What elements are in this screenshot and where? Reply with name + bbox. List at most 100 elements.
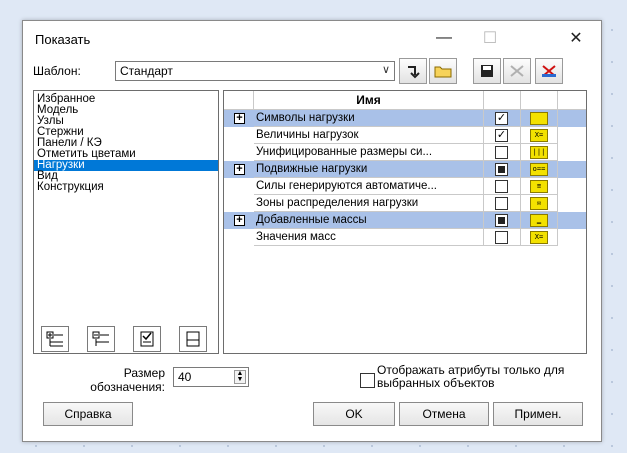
template-select[interactable]: Стандарт ∨ [115, 61, 395, 81]
category-list: Избранное Модель Узлы Стержни Панели / К… [33, 90, 219, 354]
size-label: Размер обозначения: [90, 366, 165, 394]
grid-row[interactable]: + Добавленные массы ▁ [224, 212, 586, 229]
row-checkbox-cell: ✓ [484, 110, 521, 127]
row-icon-cell: ▁ [521, 212, 558, 229]
row-icon-cell: o== [521, 161, 558, 178]
check-all-icon [140, 331, 154, 347]
category-item-structure[interactable]: Конструкция [34, 181, 218, 193]
row-checkbox-cell [484, 229, 521, 246]
row-checkbox[interactable] [495, 163, 508, 176]
arrow-down-right-icon [408, 66, 420, 79]
folder-icon [434, 66, 452, 78]
row-checkbox[interactable] [495, 197, 508, 210]
row-checkbox-cell [484, 195, 521, 212]
maximize-button[interactable]: ☐ [467, 21, 513, 55]
row-checkbox[interactable]: ✓ [495, 129, 508, 142]
size-value: 40 [178, 370, 192, 384]
row-checkbox[interactable] [495, 231, 508, 244]
grid-header: Имя [224, 91, 586, 110]
cancel-button[interactable]: Отмена [399, 402, 489, 426]
row-icon-cell: ≡ [521, 178, 558, 195]
grid-row[interactable]: Величины нагрузок ✓ X= [224, 127, 586, 144]
grid-row[interactable]: + Символы нагрузки ✓ [224, 110, 586, 127]
expand-icon[interactable]: + [234, 113, 245, 124]
header-expander-column [224, 91, 254, 109]
row-checkbox-cell [484, 212, 521, 229]
row-label: Унифицированные размеры си... [254, 144, 484, 161]
row-label: Подвижные нагрузки [254, 161, 484, 178]
header-visibility-column [484, 91, 521, 109]
row-checkbox[interactable] [495, 180, 508, 193]
row-checkbox-cell [484, 178, 521, 195]
grid-row[interactable]: Унифицированные размеры си... ||| [224, 144, 586, 161]
category-item-loads[interactable]: Нагрузки [34, 159, 218, 171]
delete-template-button[interactable] [503, 58, 531, 84]
generated-forces-icon[interactable]: ≡ [530, 180, 548, 193]
grid-row[interactable]: + Подвижные нагрузки o== [224, 161, 586, 178]
grid-row[interactable]: Силы генерируются автоматиче... ≡ [224, 178, 586, 195]
header-icon-column [521, 91, 558, 109]
header-name: Имя [254, 91, 484, 109]
row-checkbox-cell [484, 161, 521, 178]
row-icon-cell [521, 110, 558, 127]
uncheck-all-button[interactable] [179, 326, 207, 352]
row-icon-cell: X= [521, 229, 558, 246]
expand-icon[interactable]: + [234, 215, 245, 226]
collapse-all-icon [92, 331, 109, 346]
options-grid: Имя + Символы нагрузки ✓ Величины нагрузок ✓… [223, 90, 587, 354]
grid-row[interactable]: Зоны распределения нагрузки ✉ [224, 195, 586, 212]
title-bar: Показать — ☐ ✕ [23, 21, 601, 55]
row-icon-cell: ✉ [521, 195, 558, 212]
row-checkbox-cell: ✓ [484, 127, 521, 144]
expand-all-button[interactable] [41, 326, 69, 352]
load-values-icon[interactable]: X= [530, 129, 548, 142]
row-icon-cell: ||| [521, 144, 558, 161]
show-dialog: Показать — ☐ ✕ Шаблон: Стандарт ∨ Избран… [22, 20, 602, 442]
apply-button[interactable]: Примен. [493, 402, 583, 426]
selected-attributes-label: Отображать атрибуты только для выбранных… [377, 363, 565, 390]
expand-all-icon [46, 331, 63, 347]
minimize-button[interactable]: — [421, 21, 467, 55]
moving-loads-icon[interactable]: o== [530, 163, 548, 176]
open-template-button[interactable] [429, 58, 457, 84]
dialog-title: Показать [35, 32, 91, 47]
unified-sizes-icon[interactable]: ||| [530, 146, 548, 159]
chevron-down-icon: ∨ [381, 64, 390, 76]
template-value: Стандарт [120, 64, 173, 78]
close-button[interactable]: ✕ [553, 21, 599, 55]
grid-row[interactable]: Значения масс X= [224, 229, 586, 246]
check-all-button[interactable] [133, 326, 161, 352]
uncheck-all-icon [186, 331, 200, 347]
row-checkbox-cell [484, 144, 521, 161]
row-label: Величины нагрузок [254, 127, 484, 144]
row-checkbox[interactable]: ✓ [495, 112, 508, 125]
help-button[interactable]: Справка [43, 402, 133, 426]
row-checkbox[interactable] [495, 214, 508, 227]
distribution-zones-icon[interactable]: ✉ [530, 197, 548, 210]
row-icon-cell: X= [521, 127, 558, 144]
collapse-all-button[interactable] [87, 326, 115, 352]
maximize-icon: ☐ [482, 30, 498, 47]
template-label: Шаблон: [33, 64, 81, 78]
minimize-icon: — [436, 29, 452, 46]
added-masses-icon[interactable]: ▁ [530, 214, 548, 227]
row-checkbox[interactable] [495, 146, 508, 159]
row-label: Добавленные массы [254, 212, 484, 229]
row-label: Значения масс [254, 229, 484, 246]
ok-button[interactable]: OK [313, 402, 395, 426]
load-symbols-icon[interactable] [530, 112, 548, 125]
row-label: Символы нагрузки [254, 110, 484, 127]
row-label: Силы генерируются автоматиче... [254, 178, 484, 195]
reset-icon [542, 65, 556, 77]
selected-attributes-checkbox[interactable] [360, 373, 375, 388]
mass-values-icon[interactable]: X= [530, 231, 548, 244]
size-spinner[interactable]: 40 ▲ ▼ [173, 367, 249, 387]
delete-icon [510, 65, 524, 77]
save-template-button[interactable] [473, 58, 501, 84]
reset-template-button[interactable] [535, 58, 563, 84]
apply-template-button[interactable] [399, 58, 427, 84]
close-icon: ✕ [569, 30, 583, 47]
spin-arrows-icon[interactable]: ▲ ▼ [234, 370, 246, 384]
expand-icon[interactable]: + [234, 164, 245, 175]
save-icon [481, 65, 493, 77]
